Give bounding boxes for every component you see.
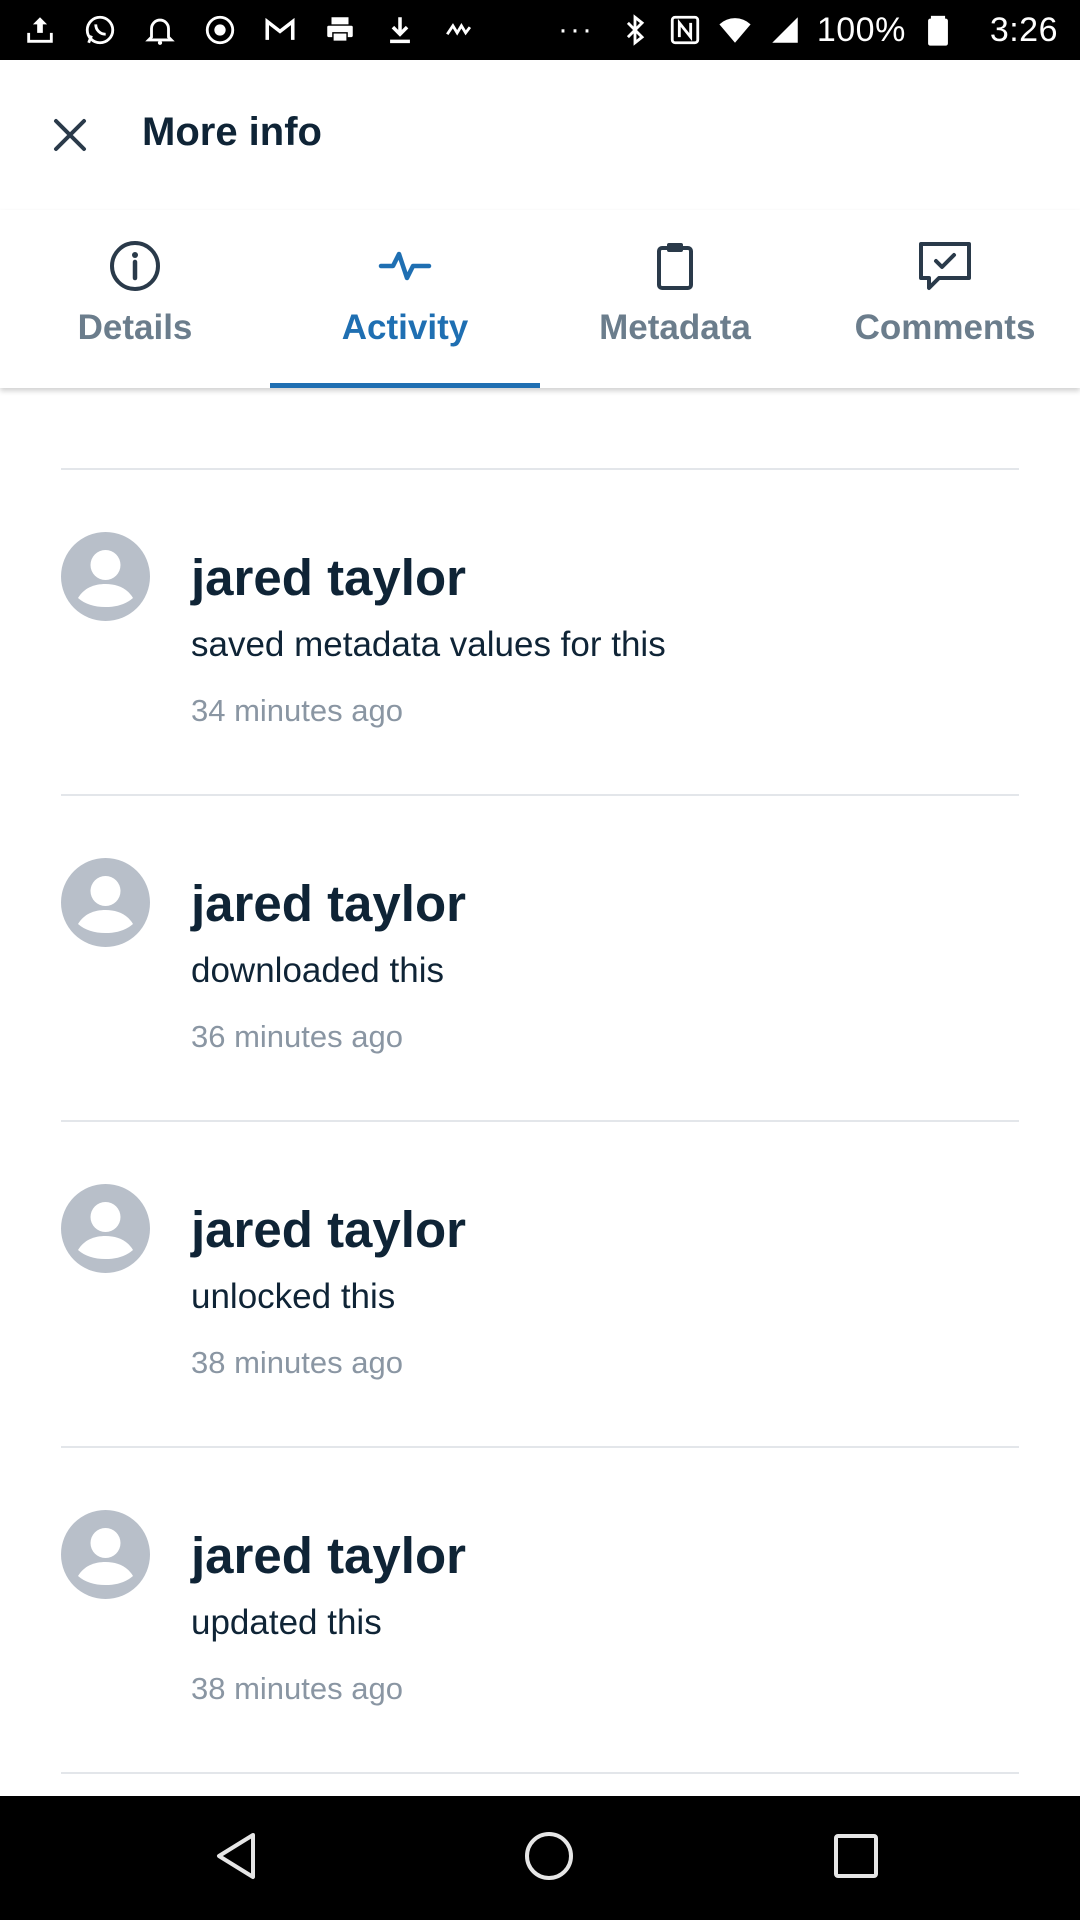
tab-metadata[interactable]: Metadata xyxy=(540,210,810,388)
home-button[interactable] xyxy=(509,1818,589,1898)
activity-action: updated this xyxy=(191,1603,382,1642)
system-nav-bar xyxy=(0,1796,1080,1920)
gmail-icon xyxy=(262,12,298,48)
back-button[interactable] xyxy=(196,1818,276,1898)
activity-item[interactable]: jared taylor saved metadata values for t… xyxy=(0,470,1080,796)
clock: 3:26 xyxy=(989,10,1058,49)
tab-activity[interactable]: Activity xyxy=(270,210,540,388)
tab-details-label: Details xyxy=(77,308,193,347)
activity-user-name: jared taylor xyxy=(191,875,466,932)
activity-time: 38 minutes ago xyxy=(191,1671,403,1706)
avatar-icon xyxy=(61,1184,150,1273)
wifi-icon xyxy=(717,12,753,48)
recents-button[interactable] xyxy=(816,1818,896,1898)
battery-icon xyxy=(920,12,956,48)
back-icon xyxy=(211,1830,261,1887)
activity-time: 34 minutes ago xyxy=(191,693,403,728)
status-bar-system: 100% 3:26 xyxy=(617,11,1058,50)
tab-metadata-label: Metadata xyxy=(599,308,751,347)
activity-time: 38 minutes ago xyxy=(191,1345,403,1380)
download-icon xyxy=(382,12,418,48)
avatar-icon xyxy=(61,858,150,947)
activity-item[interactable]: jared taylor updated this 38 minutes ago xyxy=(0,1448,1080,1774)
status-bar: ··· 100% 3:26 xyxy=(0,0,1080,60)
activity-action: unlocked this xyxy=(191,1277,396,1316)
divider xyxy=(61,1772,1019,1774)
print-icon xyxy=(322,12,358,48)
comment-check-icon xyxy=(915,236,975,296)
tab-comments-label: Comments xyxy=(854,308,1036,347)
activity-list[interactable]: jared taylor saved metadata values for t… xyxy=(0,388,1080,1796)
activity-item[interactable]: jared taylor unlocked this 38 minutes ag… xyxy=(0,1122,1080,1448)
app-icon xyxy=(442,12,478,48)
close-button[interactable] xyxy=(40,107,100,167)
bell-icon xyxy=(142,12,178,48)
status-bar-notifications: ··· xyxy=(22,12,594,48)
avatar-icon xyxy=(61,1510,150,1599)
tab-comments[interactable]: Comments xyxy=(810,210,1080,388)
avatar-icon xyxy=(61,532,150,621)
activity-user-name: jared taylor xyxy=(191,549,466,606)
whatsapp-icon xyxy=(82,12,118,48)
upload-icon xyxy=(22,12,58,48)
recents-icon xyxy=(832,1832,880,1885)
home-icon xyxy=(522,1829,576,1888)
info-icon xyxy=(105,236,165,296)
clipboard-icon xyxy=(645,236,705,296)
close-icon xyxy=(50,115,90,160)
activity-time: 36 minutes ago xyxy=(191,1019,403,1054)
activity-item[interactable]: jared taylor downloaded this 36 minutes … xyxy=(0,796,1080,1122)
activity-icon xyxy=(375,236,435,296)
nfc-icon xyxy=(667,12,703,48)
activity-action: downloaded this xyxy=(191,951,444,990)
app-header: More info xyxy=(0,60,1080,210)
notification-overflow-icon: ··· xyxy=(558,13,594,46)
battery-percent: 100% xyxy=(816,10,906,49)
tab-details[interactable]: Details xyxy=(0,210,270,388)
tab-activity-label: Activity xyxy=(341,308,469,347)
bluetooth-icon xyxy=(617,12,653,48)
signal-icon xyxy=(767,12,803,48)
activity-user-name: jared taylor xyxy=(191,1527,466,1584)
record-icon xyxy=(202,12,238,48)
activity-action: saved metadata values for this xyxy=(191,625,666,664)
tab-bar: Details Activity Metadata Comments xyxy=(0,210,1080,388)
activity-user-name: jared taylor xyxy=(191,1201,466,1258)
page-title: More info xyxy=(142,110,322,154)
